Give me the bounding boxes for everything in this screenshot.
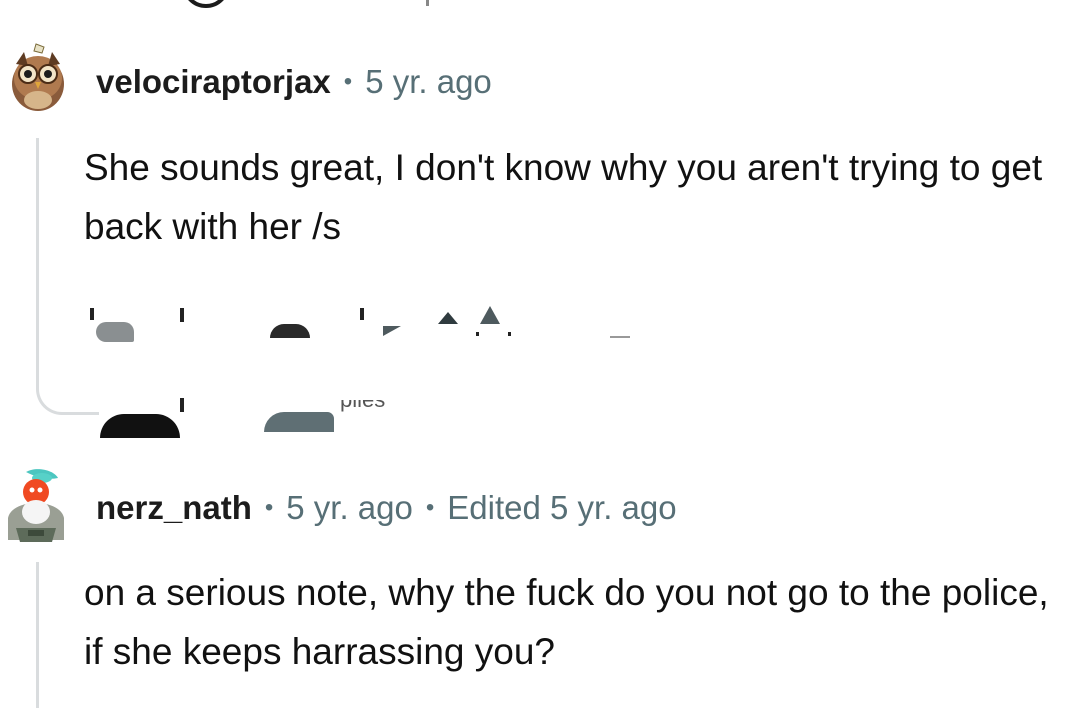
glitch-fragment [508,332,511,336]
glitch-fragment [90,308,94,320]
username[interactable]: nerz_nath [96,489,252,527]
glitch-fragment [100,414,180,438]
glitch-fragment [270,324,310,338]
thread-line[interactable] [36,562,39,708]
comment-body: She sounds great, I don't know why you a… [84,147,1043,247]
thread-line-curve [36,362,99,415]
timestamp: 5 yr. ago [286,489,413,526]
username[interactable]: velociraptorjax [96,63,331,101]
edited-label: Edited 5 yr. ago [447,489,677,526]
snoo-avatar-icon[interactable] [2,468,64,542]
glitch-fragment [180,308,184,322]
glitch-fragment [476,332,479,336]
glitch-fragment [438,312,458,324]
glitch-fragment [480,306,500,324]
thread-line[interactable] [36,138,39,388]
comment-meta: velociraptorjax • 5 yr. ago [96,63,492,101]
meta-separator: • [425,494,435,521]
circle-icon [188,0,224,8]
prev-comment-fragment [180,0,240,10]
comment-meta: nerz_nath • 5 yr. ago • Edited 5 yr. ago [96,489,677,527]
more-replies-text: plies [340,400,385,414]
glitched-more-replies[interactable]: plies [96,396,456,440]
glitch-fragment [96,322,134,342]
meta-separator: • [343,68,353,95]
timestamp: 5 yr. ago [365,63,492,100]
prev-divider [426,0,429,6]
meta-separator: • [264,494,274,521]
glitch-fragment [383,326,401,336]
glitch-fragment [180,398,184,412]
glitch-fragment [360,308,364,320]
glitched-action-bar [80,298,680,358]
comment-body: on a serious note, why the fuck do you n… [84,572,1049,672]
owl-snoo-avatar-icon[interactable] [8,42,68,111]
glitch-fragment [264,412,334,432]
glitch-fragment [610,336,630,338]
